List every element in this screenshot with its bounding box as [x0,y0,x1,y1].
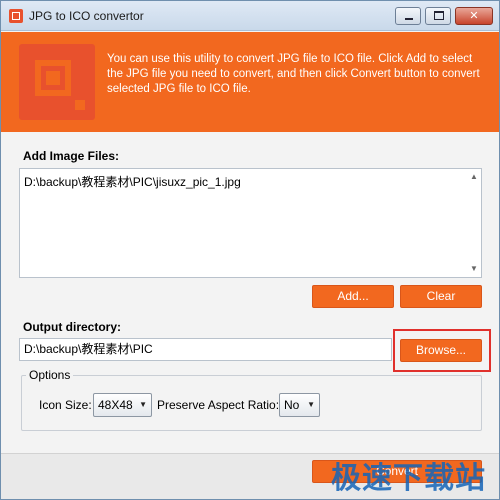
output-directory-label: Output directory: [23,320,121,334]
close-button[interactable]: ✕ [455,7,493,25]
icon-size-value: 48X48 [98,398,133,412]
minimize-button[interactable] [395,7,421,25]
output-directory-field[interactable]: D:\backup\教程素材\PIC [19,338,392,361]
app-window: JPG to ICO convertor ✕ You can use this … [0,0,500,500]
maximize-button[interactable] [425,7,451,25]
list-item[interactable]: D:\backup\教程素材\PIC\jisuxz_pic_1.jpg [24,173,241,190]
scroll-up-icon[interactable]: ▲ [469,172,479,182]
chevron-down-icon: ▼ [307,400,315,409]
banner-description: You can use this utility to convert JPG … [107,53,480,95]
app-icon [9,9,23,23]
window-title: JPG to ICO convertor [29,9,144,23]
clear-button[interactable]: Clear [400,285,482,308]
scroll-down-icon[interactable]: ▼ [469,264,479,274]
chevron-down-icon: ▼ [139,400,147,409]
options-legend: Options [26,368,74,382]
preserve-aspect-ratio-select[interactable]: No ▼ [279,393,320,417]
info-banner: You can use this utility to convert JPG … [1,32,499,132]
preserve-aspect-ratio-label: Preserve Aspect Ratio: [157,398,280,412]
icon-size-select[interactable]: 48X48 ▼ [93,393,152,417]
convertor-logo-icon [19,44,95,120]
watermark-text: 极速下载站 [331,461,486,496]
maximize-icon [434,11,444,20]
add-image-files-label: Add Image Files: [23,149,120,163]
image-files-list[interactable]: D:\backup\教程素材\PIC\jisuxz_pic_1.jpg ▲ ▼ [19,168,482,278]
browse-highlight-box [393,329,491,372]
add-button[interactable]: Add... [312,285,394,308]
close-icon: ✕ [469,10,479,22]
minimize-icon [405,18,413,20]
title-bar[interactable]: JPG to ICO convertor ✕ [1,1,499,31]
icon-size-label: Icon Size: [39,398,92,412]
preserve-aspect-ratio-value: No [284,398,300,412]
